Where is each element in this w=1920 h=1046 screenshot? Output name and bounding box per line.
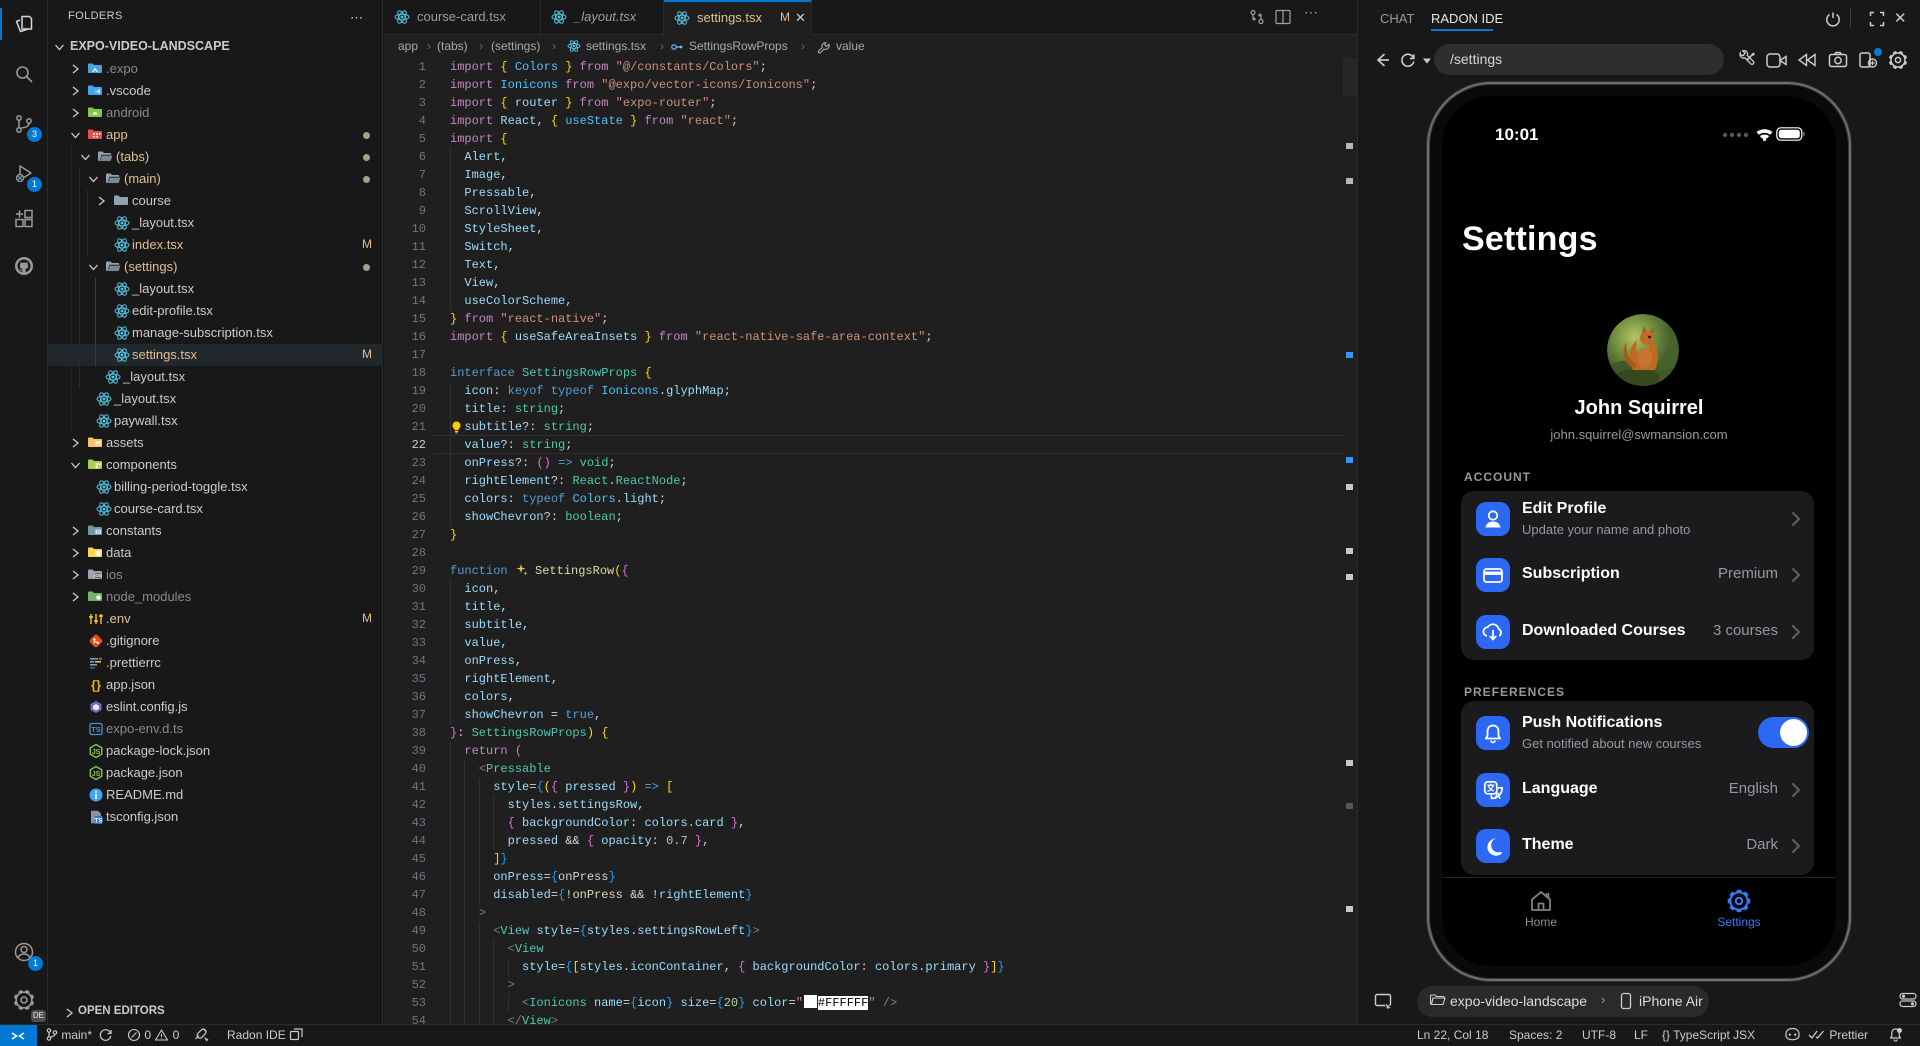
svg-text:TS: TS xyxy=(91,725,101,734)
svg-text:{}: {} xyxy=(91,678,101,693)
svg-text:A: A xyxy=(1494,791,1501,802)
svg-text:JS: JS xyxy=(92,771,101,778)
svg-text:iOS: iOS xyxy=(94,573,102,578)
svg-text:TS: TS xyxy=(94,817,103,824)
svg-text:JS: JS xyxy=(92,749,101,756)
